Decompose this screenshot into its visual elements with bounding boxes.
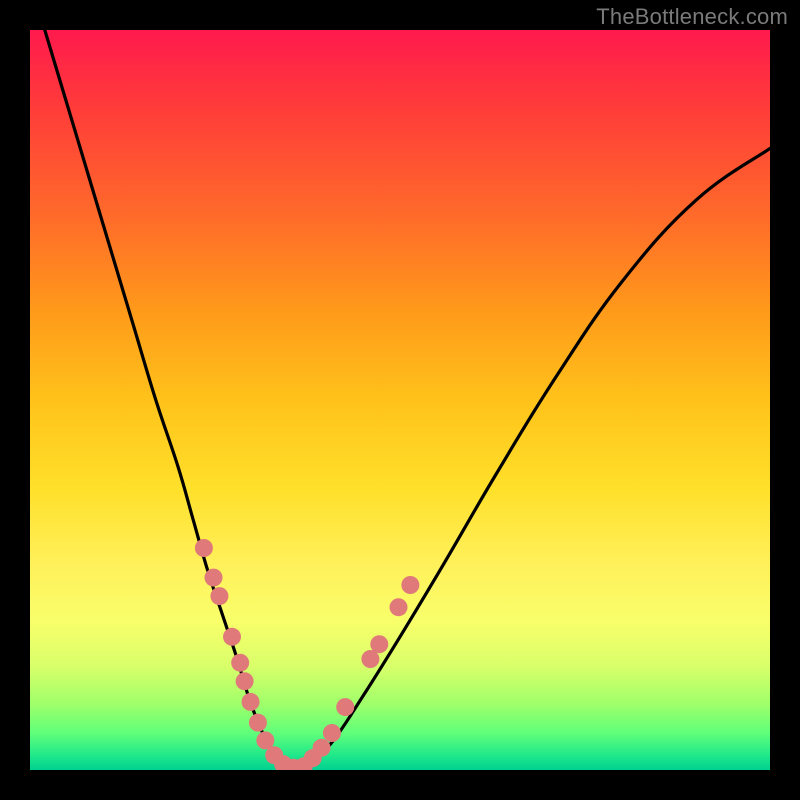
marker-group (195, 539, 419, 770)
chart-frame: TheBottleneck.com (0, 0, 800, 800)
marker-dot (231, 654, 249, 672)
marker-dot (390, 598, 408, 616)
marker-dot (401, 576, 419, 594)
marker-dot (336, 698, 354, 716)
bottleneck-curve (45, 30, 770, 768)
watermark-label: TheBottleneck.com (596, 4, 788, 30)
marker-dot (223, 628, 241, 646)
marker-dot (195, 539, 213, 557)
marker-dot (210, 587, 228, 605)
marker-dot (323, 724, 341, 742)
marker-dot (249, 714, 267, 732)
marker-dot (313, 739, 331, 757)
marker-dot (242, 693, 260, 711)
marker-dot (205, 569, 223, 587)
marker-dot (370, 635, 388, 653)
marker-dot (236, 672, 254, 690)
chart-svg (30, 30, 770, 770)
chart-plot-area (30, 30, 770, 770)
